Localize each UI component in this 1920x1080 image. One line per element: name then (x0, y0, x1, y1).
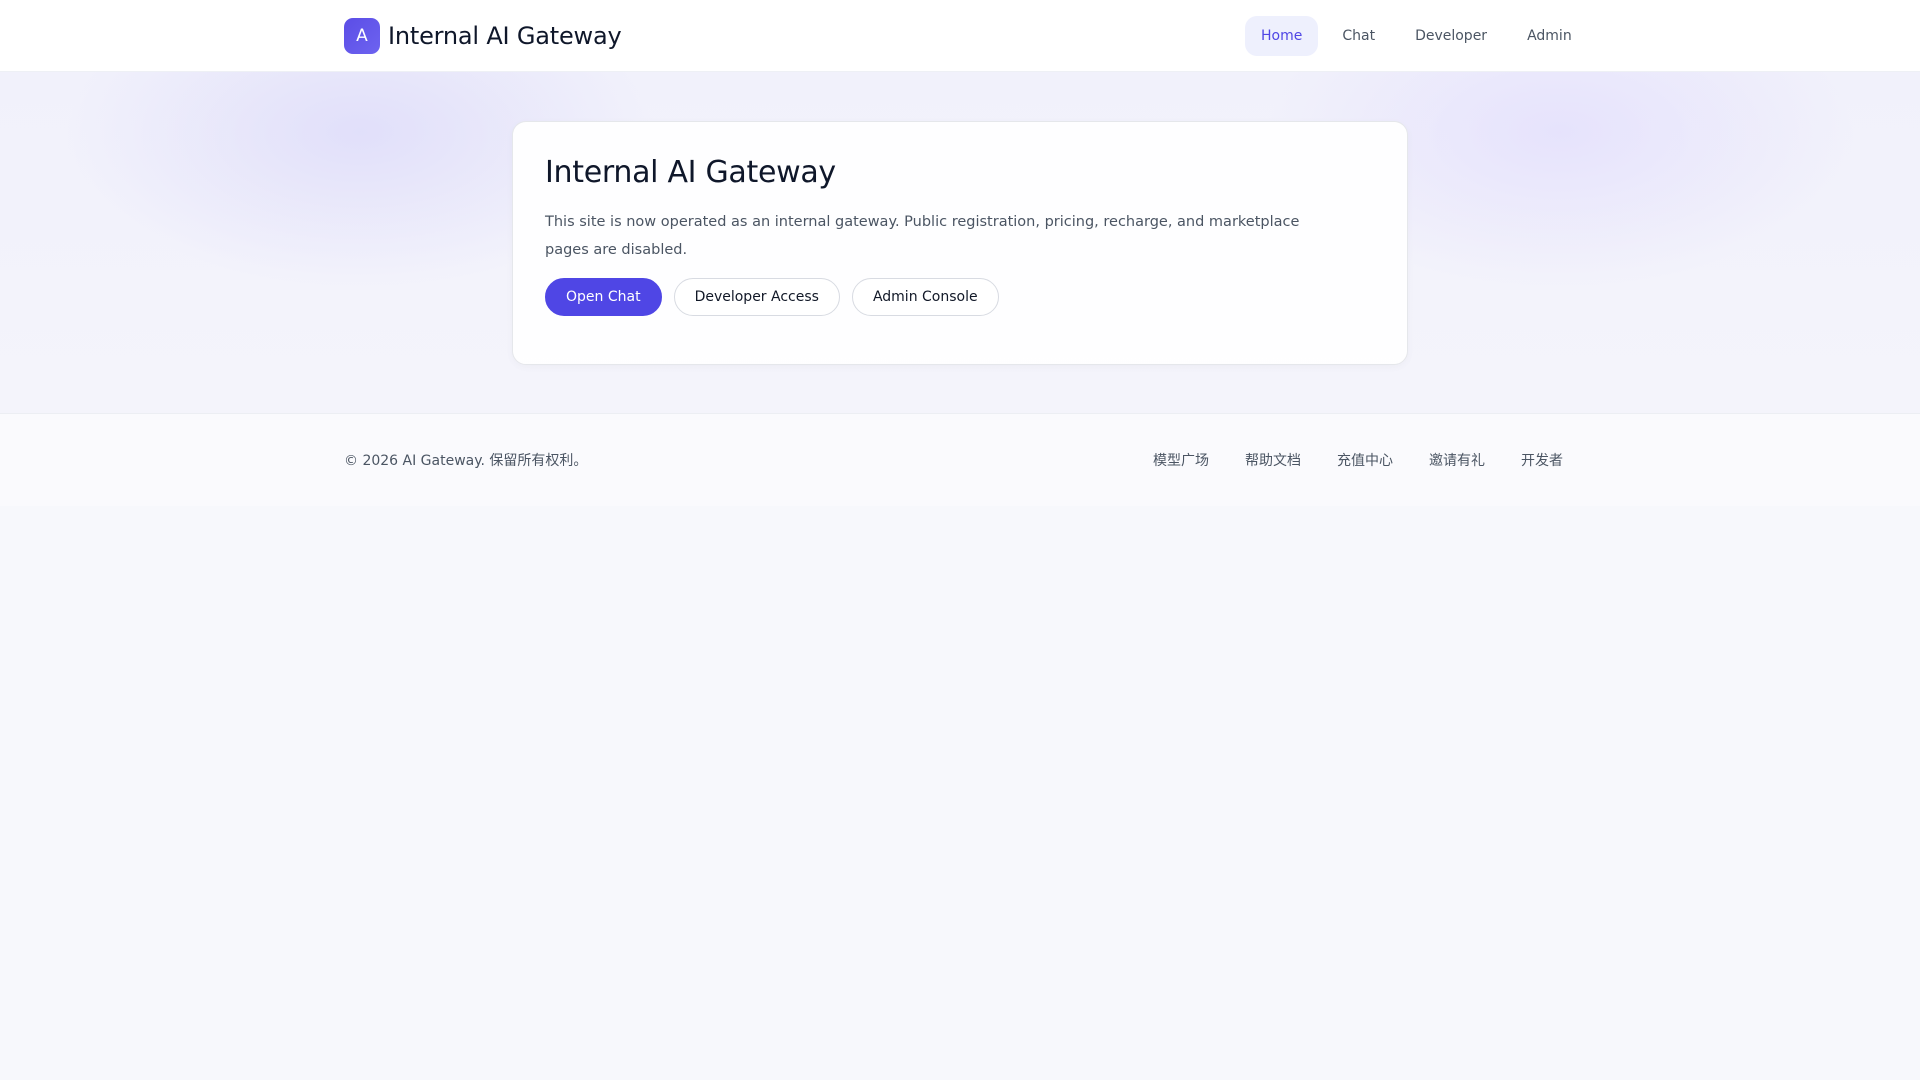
brand[interactable]: A Internal AI Gateway (344, 17, 622, 55)
open-chat-button[interactable]: Open Chat (545, 278, 662, 316)
nav-item-home[interactable]: Home (1245, 16, 1319, 56)
footer-links: 模型广场 帮助文档 充值中心 邀请有礼 开发者 (1153, 450, 1563, 470)
page-title: Internal AI Gateway (545, 155, 836, 190)
top-header: A Internal AI Gateway Home Chat Develope… (0, 0, 1920, 72)
nav-item-developer[interactable]: Developer (1399, 16, 1503, 56)
footer-link-developer[interactable]: 开发者 (1521, 450, 1563, 470)
footer-link-help-docs[interactable]: 帮助文档 (1245, 450, 1301, 470)
footer: © 2026 AI Gateway. 保留所有权利。 模型广场 帮助文档 充值中… (0, 413, 1920, 506)
nav-item-admin[interactable]: Admin (1511, 16, 1588, 56)
intro-card: Internal AI Gateway This site is now ope… (512, 121, 1408, 365)
brand-logo-icon: A (344, 18, 380, 54)
action-buttons: Open Chat Developer Access Admin Console (545, 278, 1375, 316)
brand-name: Internal AI Gateway (388, 22, 622, 50)
nav-item-chat[interactable]: Chat (1326, 16, 1391, 56)
developer-access-button[interactable]: Developer Access (673, 278, 840, 316)
copyright-text: © 2026 AI Gateway. 保留所有权利。 (344, 453, 588, 469)
main-nav: Home Chat Developer Admin (1245, 16, 1596, 56)
page-background (0, 506, 1920, 1080)
footer-link-invite-rewards[interactable]: 邀请有礼 (1429, 450, 1485, 470)
admin-console-button[interactable]: Admin Console (851, 278, 999, 316)
footer-link-model-plaza[interactable]: 模型广场 (1153, 450, 1209, 470)
footer-link-recharge-center[interactable]: 充值中心 (1337, 450, 1393, 470)
page-description: This site is now operated as an internal… (545, 214, 1300, 258)
